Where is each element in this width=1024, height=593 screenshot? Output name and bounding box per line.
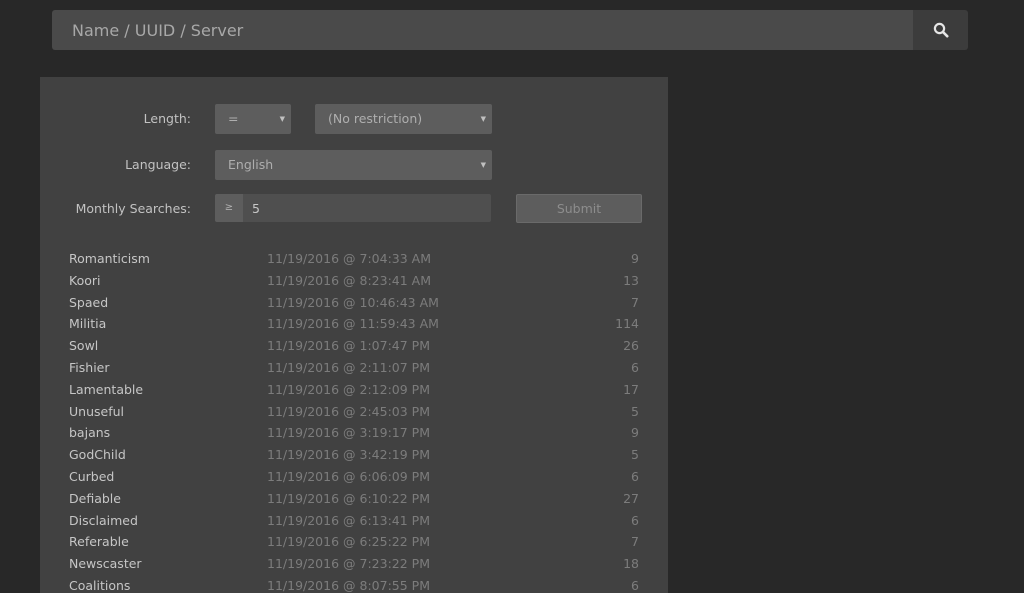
result-word-link[interactable]: Romanticism [69,251,150,266]
result-word-link[interactable]: Disclaimed [69,513,138,528]
result-count: 114 [615,316,639,332]
result-count: 9 [631,425,639,441]
result-date: 11/19/2016 @ 2:45:03 PM [267,403,430,419]
result-row: Referable 11/19/2016 @ 6:25:22 PM 7 [69,532,639,554]
search-bar [52,10,968,50]
result-row: bajans 11/19/2016 @ 3:19:17 PM 9 [69,423,639,445]
search-icon [933,22,948,38]
result-word-link[interactable]: Newscaster [69,556,142,571]
result-row: Fishier 11/19/2016 @ 2:11:07 PM 6 [69,358,639,380]
search-button[interactable] [913,10,968,50]
monthly-searches-input[interactable] [243,194,491,222]
result-count: 5 [631,403,639,419]
result-word-link[interactable]: GodChild [69,447,126,462]
result-word-link[interactable]: Curbed [69,469,114,484]
search-input[interactable] [52,10,913,50]
result-row: Newscaster 11/19/2016 @ 7:23:22 PM 18 [69,554,639,576]
result-count: 6 [631,577,639,593]
result-date: 11/19/2016 @ 6:25:22 PM [267,534,430,550]
result-date: 11/19/2016 @ 2:12:09 PM [267,381,430,397]
result-date: 11/19/2016 @ 7:23:22 PM [267,556,430,572]
result-count: 7 [631,294,639,310]
result-date: 11/19/2016 @ 2:11:07 PM [267,359,430,375]
result-word-link[interactable]: Unuseful [69,404,124,419]
result-count: 6 [631,512,639,528]
result-word-link[interactable]: Lamentable [69,382,143,397]
result-date: 11/19/2016 @ 8:07:55 PM [267,577,430,593]
length-operator-select[interactable]: = ▼ [215,104,291,134]
result-word-link[interactable]: Coalitions [69,578,130,593]
result-row: Spaed 11/19/2016 @ 10:46:43 AM 7 [69,293,639,315]
caret-down-icon: ▼ [480,115,486,123]
result-count: 7 [631,534,639,550]
result-row: Koori 11/19/2016 @ 8:23:41 AM 13 [69,271,639,293]
result-word-link[interactable]: Referable [69,534,129,549]
result-count: 13 [623,272,639,288]
result-row: Romanticism 11/19/2016 @ 7:04:33 AM 9 [69,249,639,271]
result-count: 9 [631,251,639,266]
caret-down-icon: ▼ [480,161,486,169]
result-word-link[interactable]: Koori [69,273,100,288]
result-word-link[interactable]: Spaed [69,295,108,310]
language-select[interactable]: English ▼ [215,150,492,180]
result-row: Unuseful 11/19/2016 @ 2:45:03 PM 5 [69,402,639,424]
result-count: 5 [631,447,639,463]
result-count: 6 [631,468,639,484]
language-value: English [228,157,274,172]
result-count: 26 [623,338,639,354]
result-word-link[interactable]: Militia [69,316,106,331]
result-date: 11/19/2016 @ 10:46:43 AM [267,294,439,310]
filter-panel: Length: = ▼ (No restriction) ▼ Language:… [40,77,668,593]
result-date: 11/19/2016 @ 11:59:43 AM [267,316,439,332]
result-word-link[interactable]: Fishier [69,360,110,375]
result-date: 11/19/2016 @ 6:13:41 PM [267,512,430,528]
result-count: 6 [631,359,639,375]
page: Length: = ▼ (No restriction) ▼ Language:… [0,0,1024,593]
result-date: 11/19/2016 @ 3:42:19 PM [267,447,430,463]
result-count: 17 [623,381,639,397]
result-date: 11/19/2016 @ 6:06:09 PM [267,468,430,484]
length-value-text: (No restriction) [328,111,423,126]
result-row: Disclaimed 11/19/2016 @ 6:13:41 PM 6 [69,511,639,533]
result-date: 11/19/2016 @ 8:23:41 AM [267,272,431,288]
result-word-link[interactable]: Sowl [69,338,98,353]
result-date: 11/19/2016 @ 3:19:17 PM [267,425,430,441]
results-list: Romanticism 11/19/2016 @ 7:04:33 AM 9 Koori… [69,249,639,593]
result-word-link[interactable]: bajans [69,425,110,440]
length-operator-value: = [228,111,239,126]
length-value-select[interactable]: (No restriction) ▼ [315,104,492,134]
result-row: Defiable 11/19/2016 @ 6:10:22 PM 27 [69,489,639,511]
result-row: Sowl 11/19/2016 @ 1:07:47 PM 26 [69,336,639,358]
submit-button[interactable]: Submit [516,194,642,223]
language-label: Language: [125,157,191,172]
result-row: Curbed 11/19/2016 @ 6:06:09 PM 6 [69,467,639,489]
caret-down-icon: ▼ [279,115,285,123]
greater-equal-prefix: ≥ [215,194,243,222]
result-date: 11/19/2016 @ 6:10:22 PM [267,490,430,506]
result-date: 11/19/2016 @ 1:07:47 PM [267,338,430,354]
monthly-searches-label: Monthly Searches: [75,201,191,216]
result-word-link[interactable]: Defiable [69,491,121,506]
length-label: Length: [143,111,191,126]
result-count: 18 [623,556,639,572]
result-date: 11/19/2016 @ 7:04:33 AM [267,251,431,266]
result-count: 27 [623,490,639,506]
result-row: Lamentable 11/19/2016 @ 2:12:09 PM 17 [69,380,639,402]
result-row: GodChild 11/19/2016 @ 3:42:19 PM 5 [69,445,639,467]
result-row: Militia 11/19/2016 @ 11:59:43 AM 114 [69,314,639,336]
result-row: Coalitions 11/19/2016 @ 8:07:55 PM 6 [69,576,639,593]
